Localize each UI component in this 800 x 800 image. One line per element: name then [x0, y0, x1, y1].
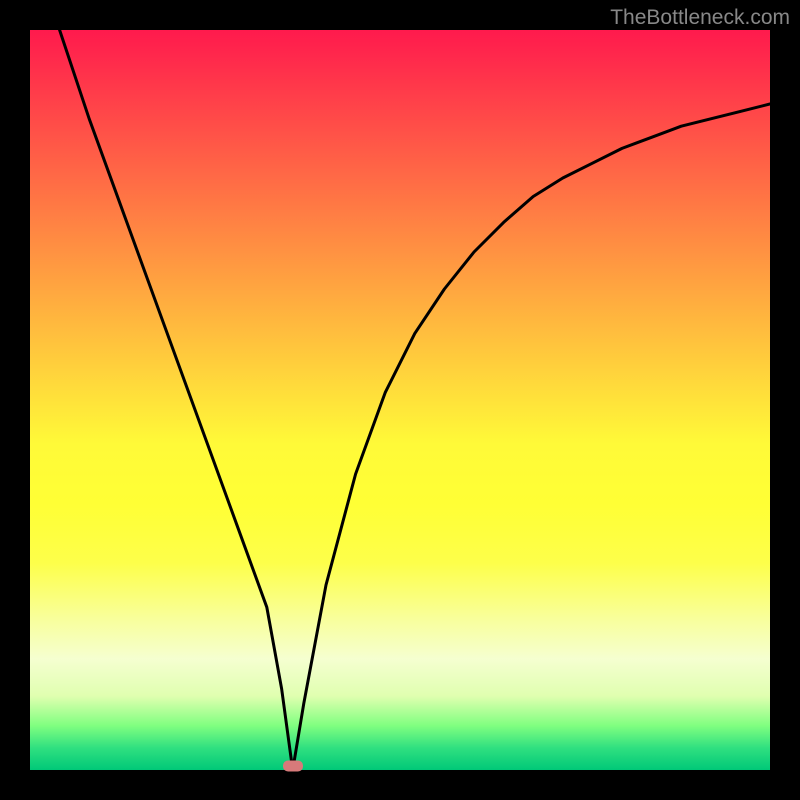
bottleneck-curve	[60, 30, 770, 770]
plot-area	[30, 30, 770, 770]
watermark-text: TheBottleneck.com	[610, 6, 790, 30]
minimum-marker	[283, 761, 303, 772]
curve-svg	[30, 30, 770, 770]
chart-container: TheBottleneck.com	[0, 0, 800, 800]
